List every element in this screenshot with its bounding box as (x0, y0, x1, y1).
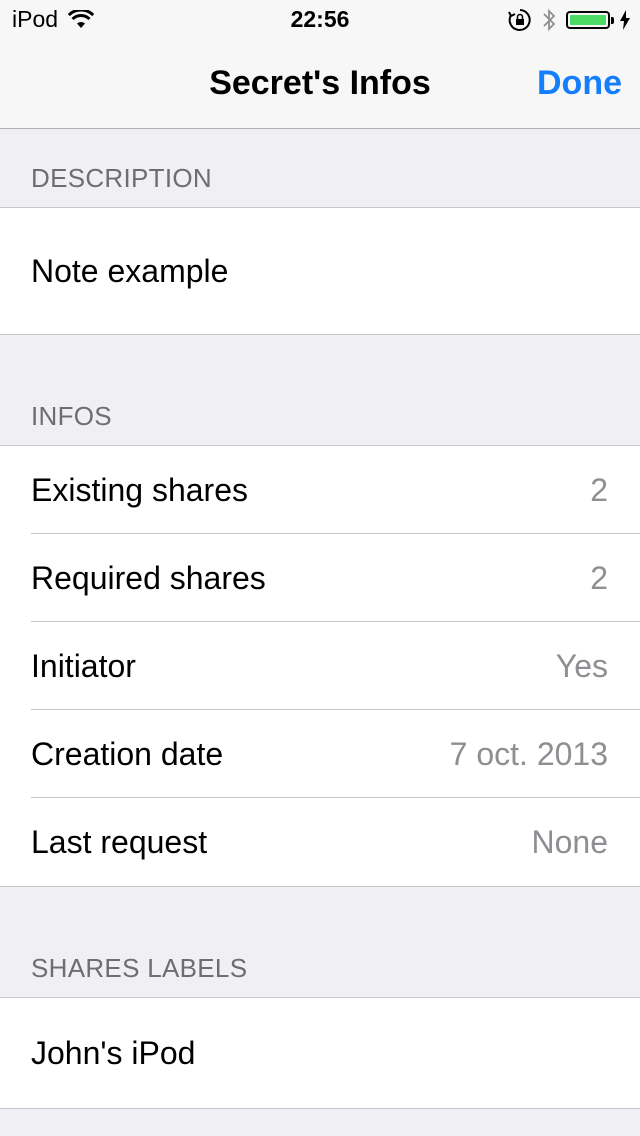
orientation-lock-icon (508, 9, 531, 31)
info-row-label: Last request (31, 823, 208, 860)
description-text: Note example (31, 252, 229, 289)
description-cell[interactable]: Note example (0, 208, 640, 334)
info-row-value: 2 (590, 471, 608, 508)
infos-group: Existing shares 2 Required shares 2 Init… (0, 446, 640, 887)
battery-tip (611, 17, 614, 24)
table-view[interactable]: DESCRIPTION Note example INFOS Existing … (0, 129, 640, 1109)
info-row-value: 7 oct. 2013 (449, 735, 608, 772)
battery-icon (566, 11, 614, 29)
shares-labels-group: John's iPod (0, 998, 640, 1109)
info-row-initiator[interactable]: Initiator Yes (0, 622, 640, 710)
status-right (498, 8, 630, 32)
share-label-cell[interactable]: John's iPod (0, 998, 640, 1108)
info-row-last-request[interactable]: Last request None (0, 798, 640, 886)
info-row-value: None (531, 823, 609, 860)
section-header-description: DESCRIPTION (0, 129, 640, 208)
description-group: Note example (0, 208, 640, 335)
section-header-infos: INFOS (0, 335, 640, 446)
info-row-label: Creation date (31, 735, 224, 772)
done-button[interactable]: Done (537, 64, 622, 103)
bluetooth-icon (543, 8, 556, 32)
info-row-value: 2 (590, 559, 608, 596)
navigation-bar: Secret's Infos Done (0, 40, 640, 129)
share-label-text: John's iPod (31, 1034, 196, 1071)
info-row-value: Yes (555, 647, 608, 684)
status-bar: iPod 22:56 (0, 0, 640, 40)
battery-fill (570, 15, 606, 25)
section-header-shares-labels: SHARES LABELS (0, 887, 640, 998)
info-row-label: Required shares (31, 559, 266, 596)
info-row-existing-shares[interactable]: Existing shares 2 (0, 446, 640, 534)
info-row-creation-date[interactable]: Creation date 7 oct. 2013 (0, 710, 640, 798)
info-row-label: Initiator (31, 647, 136, 684)
charging-bolt-icon (620, 10, 630, 30)
info-row-required-shares[interactable]: Required shares 2 (0, 534, 640, 622)
info-row-label: Existing shares (31, 471, 248, 508)
